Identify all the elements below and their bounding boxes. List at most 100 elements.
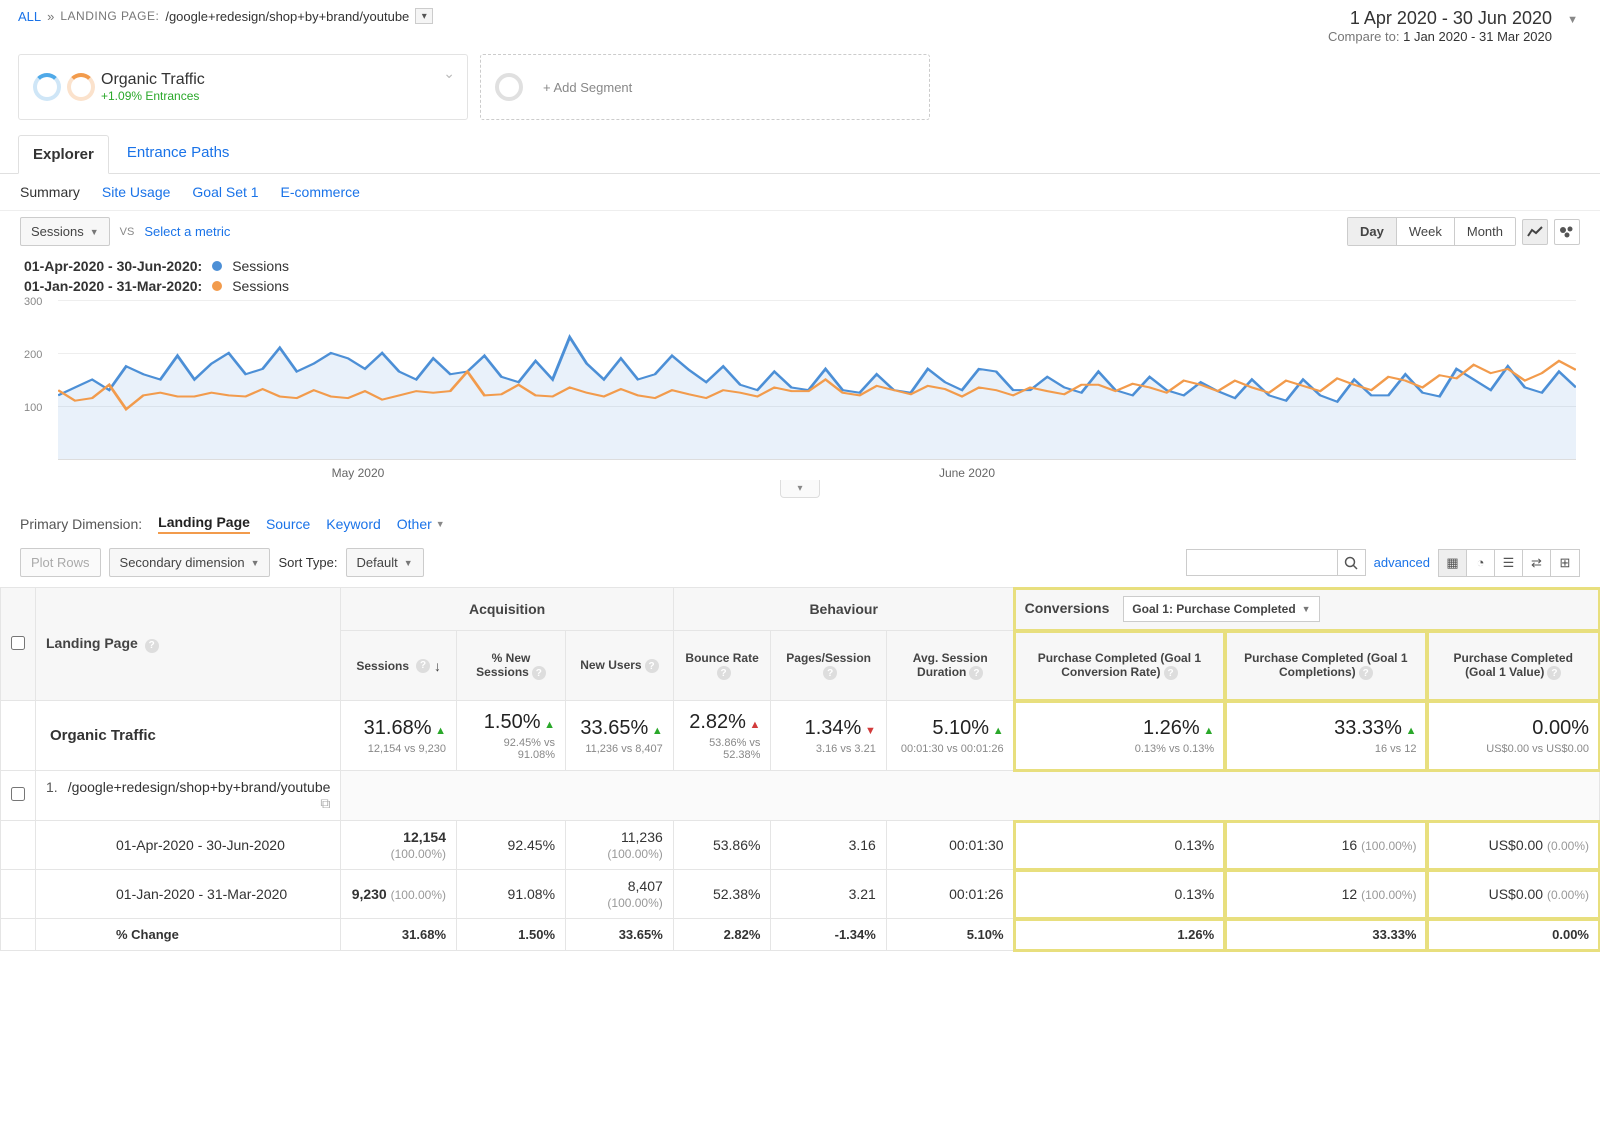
primary-dimension-landing-page[interactable]: Landing Page [158,514,250,534]
bubble-chart-icon[interactable] [1554,219,1580,245]
summary-label: Organic Traffic [36,701,341,771]
secondary-dimension-dropdown[interactable]: Secondary dimension ▼ [109,548,271,577]
date-row-label: 01-Jan-2020 - 31-Mar-2020 [36,870,341,919]
legend-metric-2: Sessions [232,278,289,294]
col-completions[interactable]: Purchase Completed (Goal 1 Completions)? [1225,631,1427,701]
primary-dimension-other[interactable]: Other ▼ [397,516,445,532]
view-pie-icon[interactable]: ◔ [1467,550,1495,576]
arrow-up-icon: ▲ [993,725,1004,737]
metric-sessions-label: Sessions [31,224,84,239]
col-group-landing-page: Landing Page [46,635,138,651]
table-row: 1./google+redesign/shop+by+brand/youtube… [1,771,1600,821]
table-row: 01-Apr-2020 - 30-Jun-2020 12,154 (100.00… [1,821,1600,870]
sort-type-dropdown[interactable]: Default ▼ [346,548,424,577]
table-row: % Change 31.68% 1.50% 33.65% 2.82% -1.34… [1,919,1600,951]
view-table-icon[interactable]: ▦ [1439,550,1467,576]
breadcrumb-sep-icon: » [47,9,54,24]
advanced-link[interactable]: advanced [1374,555,1430,570]
tab-entrance-paths[interactable]: Entrance Paths [113,134,244,173]
view-pivot-icon[interactable]: ⊞ [1551,550,1579,576]
primary-dimension-source[interactable]: Source [266,516,310,532]
help-icon[interactable]: ? [416,659,430,673]
chevron-down-icon: ▼ [1567,14,1578,26]
view-bars-icon[interactable]: ☰ [1495,550,1523,576]
sort-type-value: Default [357,555,398,570]
help-icon[interactable]: ? [145,639,159,653]
goal-select-label: Goal 1: Purchase Completed [1132,602,1295,616]
arrow-down-icon: ▼ [865,725,876,737]
date-range-compare-value: 1 Jan 2020 - 31 Mar 2020 [1403,29,1552,44]
help-icon[interactable]: ? [969,666,983,680]
donut-orange-icon [67,73,95,101]
secondary-dimension-label: Secondary dimension [120,555,245,570]
date-range-primary: 1 Apr 2020 - 30 Jun 2020 [1328,8,1552,29]
period-month[interactable]: Month [1455,218,1515,245]
arrow-up-icon: ▲ [652,725,663,737]
summary-row: Organic Traffic 31.68% ▲12,154 vs 9,230 … [1,701,1600,771]
sessions-line-chart[interactable] [58,300,1576,460]
col-avg-duration[interactable]: Avg. Session Duration? [886,631,1014,701]
legend-range-2: 01-Jan-2020 - 31-Mar-2020: [24,278,202,294]
landing-page-path[interactable]: /google+redesign/shop+by+brand/youtube [68,779,331,795]
add-segment-button[interactable]: + Add Segment [480,54,930,120]
arrow-up-icon: ▲ [435,725,446,737]
subtab-ecommerce[interactable]: E-commerce [281,184,360,200]
view-compare-icon[interactable]: ⇄ [1523,550,1551,576]
select-all-checkbox[interactable] [11,636,25,650]
col-sessions[interactable]: Sessions? ↓ [341,631,457,701]
primary-dimension-keyword[interactable]: Keyword [326,516,380,532]
col-bounce-rate[interactable]: Bounce Rate? [673,631,771,701]
col-conv-rate[interactable]: Purchase Completed (Goal 1 Conversion Ra… [1014,631,1225,701]
period-day[interactable]: Day [1348,218,1397,245]
chevron-down-icon: ▼ [251,558,260,568]
col-pages-session[interactable]: Pages/Session? [771,631,886,701]
primary-dimension-label: Primary Dimension: [20,516,142,532]
breadcrumb-all[interactable]: ALL [18,9,41,24]
goal-select-dropdown[interactable]: Goal 1: Purchase Completed ▼ [1123,596,1319,622]
col-goal-value[interactable]: Purchase Completed (Goal 1 Value)? [1427,631,1600,701]
legend-metric-1: Sessions [232,258,289,274]
change-row-label: % Change [36,919,341,951]
breadcrumb-label: LANDING PAGE: [60,9,159,23]
table-search-input[interactable] [1187,550,1337,575]
col-group-acquisition: Acquisition [341,588,673,631]
col-group-behaviour: Behaviour [673,588,1014,631]
row-checkbox[interactable] [11,787,25,801]
subtab-site-usage[interactable]: Site Usage [102,184,170,200]
help-icon[interactable]: ? [823,666,837,680]
segment-title: Organic Traffic [101,71,205,89]
arrow-up-icon: ▲ [544,719,555,731]
help-icon[interactable]: ? [532,666,546,680]
period-week[interactable]: Week [1397,218,1455,245]
dot-blue-icon [212,261,222,271]
metric-sessions-dropdown[interactable]: Sessions ▼ [20,217,110,246]
table-row: 01-Jan-2020 - 31-Mar-2020 9,230 (100.00%… [1,870,1600,919]
sort-type-label: Sort Type: [278,555,337,570]
dot-orange-icon [212,281,222,291]
tab-explorer[interactable]: Explorer [18,135,109,174]
search-icon[interactable] [1337,550,1365,575]
y-tick-200: 200 [24,349,42,361]
donut-blue-icon [33,73,61,101]
help-icon[interactable]: ? [1164,666,1178,680]
arrow-up-icon: ▲ [1406,725,1417,737]
help-icon[interactable]: ? [717,666,731,680]
line-chart-icon[interactable] [1522,219,1548,245]
chart-expand-handle[interactable]: ▾ [780,480,820,498]
col-new-sessions[interactable]: % New Sessions? [457,631,566,701]
help-icon[interactable]: ? [1547,666,1561,680]
col-new-users[interactable]: New Users? [566,631,674,701]
external-link-icon[interactable]: ⧉ [320,795,330,812]
vs-label: VS [120,226,135,238]
breadcrumb-dropdown[interactable]: ▾ [415,8,433,24]
help-icon[interactable]: ? [645,659,659,673]
data-table: Landing Page ? Acquisition Behaviour Con… [0,587,1600,951]
subtab-summary[interactable]: Summary [20,184,80,200]
plot-rows-button: Plot Rows [20,548,101,577]
chevron-down-icon: ▼ [404,558,413,568]
segment-organic-traffic[interactable]: Organic Traffic +1.09% Entrances ⌄ [18,54,468,120]
select-metric-link[interactable]: Select a metric [144,224,230,239]
date-range-picker[interactable]: 1 Apr 2020 - 30 Jun 2020 Compare to: 1 J… [1328,8,1582,44]
subtab-goal-set-1[interactable]: Goal Set 1 [192,184,258,200]
help-icon[interactable]: ? [1359,666,1373,680]
